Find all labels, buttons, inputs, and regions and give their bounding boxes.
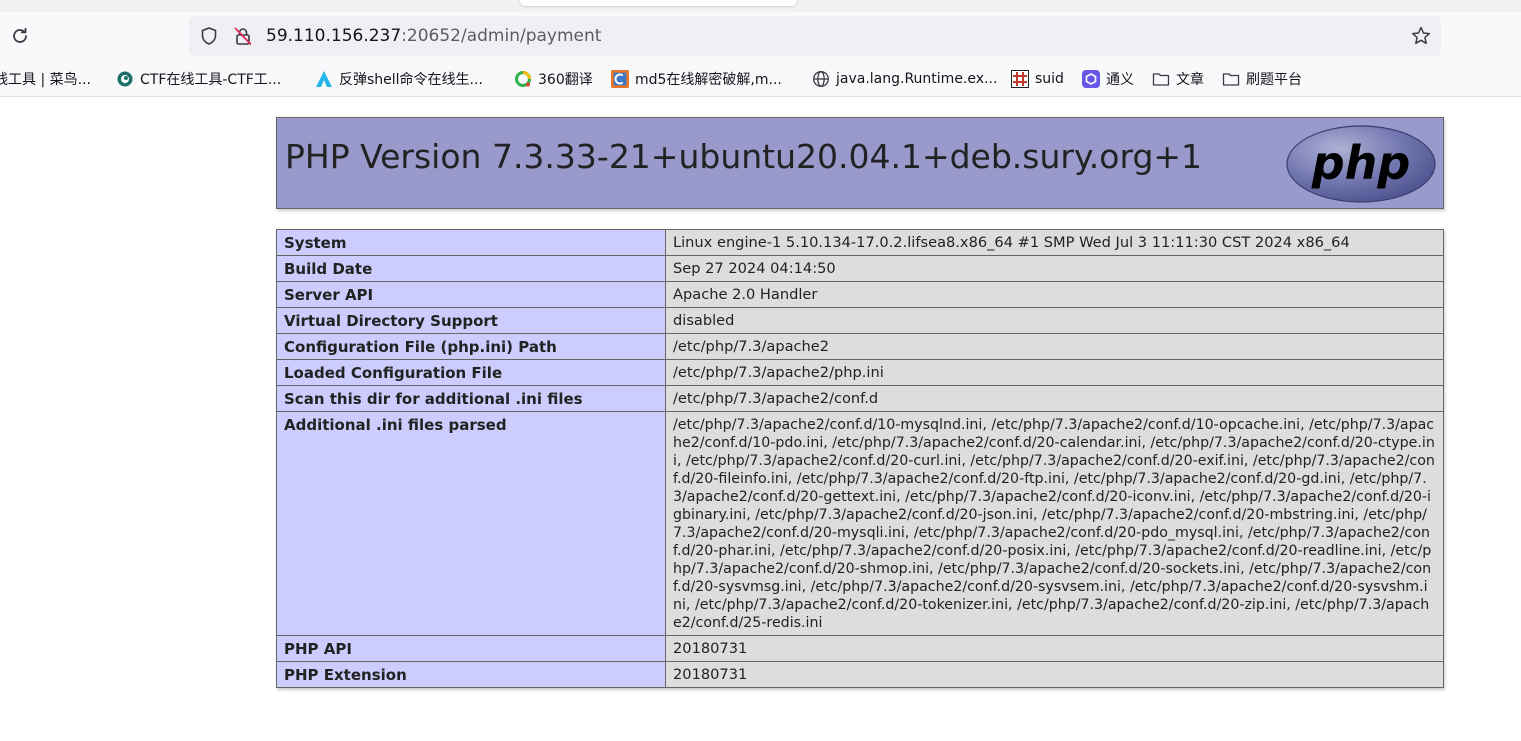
globe-icon: [812, 70, 830, 88]
config-value: Apache 2.0 Handler: [665, 281, 1444, 308]
bookmark-item[interactable]: java.lang.Runtime.ex...: [812, 68, 997, 90]
phpinfo-header: PHP Version 7.3.33-21+ubuntu20.04.1+deb.…: [276, 117, 1444, 209]
bookmark-item[interactable]: md5在线解密破解,m...: [611, 68, 782, 90]
insecure-connection-lock-icon[interactable]: [233, 26, 253, 46]
config-key: Scan this dir for additional .ini files: [276, 385, 666, 412]
suid-icon: [1011, 70, 1029, 88]
bookmark-item[interactable]: 通义: [1082, 68, 1134, 90]
reload-icon[interactable]: [8, 24, 32, 48]
bookmark-label: 文章: [1176, 72, 1204, 88]
bookmark-item[interactable]: 360翻译: [514, 68, 593, 90]
config-key: Server API: [276, 281, 666, 308]
url-host: 59.110.156.237: [266, 26, 402, 46]
navigation-toolbar: 59.110.156.237:20652/admin/payment: [0, 12, 1521, 62]
bookmark-label: 反弹shell命令在线生...: [339, 72, 483, 88]
bookmark-item[interactable]: 文章: [1152, 68, 1204, 90]
config-value: /etc/php/7.3/apache2/conf.d/10-mysqlnd.i…: [665, 411, 1444, 636]
translate-360-icon: [514, 70, 532, 88]
config-key: PHP Extension: [276, 661, 666, 688]
table-row: PHP API 20180731: [276, 635, 1444, 662]
bookmark-item[interactable]: CTF在线工具-CTF工...: [116, 68, 281, 90]
bookmark-label: 线工具 | 菜鸟...: [0, 72, 91, 88]
ctf-tools-icon: [116, 70, 134, 88]
bookmark-label: md5在线解密破解,m...: [635, 72, 782, 88]
bookmark-item[interactable]: 刷题平台: [1222, 68, 1302, 90]
table-row: Configuration File (php.ini) Path /etc/p…: [276, 333, 1444, 360]
config-key: Virtual Directory Support: [276, 307, 666, 334]
reverse-shell-icon: [315, 70, 333, 88]
table-row: Loaded Configuration File /etc/php/7.3/a…: [276, 359, 1444, 386]
bookmark-label: suid: [1035, 71, 1064, 87]
table-row: Virtual Directory Support disabled: [276, 307, 1444, 334]
bookmark-star-icon[interactable]: [1410, 25, 1432, 47]
config-value: 20180731: [665, 635, 1444, 662]
table-row: Scan this dir for additional .ini files …: [276, 385, 1444, 412]
bookmark-label: 360翻译: [538, 72, 593, 88]
config-value: Sep 27 2024 04:14:50: [665, 255, 1444, 282]
tab-strip: [0, 0, 1521, 12]
bookmark-label: 通义: [1106, 72, 1134, 88]
url-path: :20652/admin/payment: [401, 26, 602, 46]
php-version-title: PHP Version 7.3.33-21+ubuntu20.04.1+deb.…: [285, 137, 1203, 176]
bookmark-item[interactable]: 反弹shell命令在线生...: [315, 68, 483, 90]
md5-icon: [611, 70, 629, 88]
phpinfo-config-table: System Linux engine-1 5.10.134-17.0.2.li…: [276, 229, 1444, 688]
config-key: PHP API: [276, 635, 666, 662]
table-row: Build Date Sep 27 2024 04:14:50: [276, 255, 1444, 282]
config-value: Linux engine-1 5.10.134-17.0.2.lifsea8.x…: [665, 229, 1444, 256]
config-value: disabled: [665, 307, 1444, 334]
php-logo-text: php: [1311, 136, 1411, 190]
config-value: /etc/php/7.3/apache2: [665, 333, 1444, 360]
bookmark-item[interactable]: suid: [1011, 68, 1064, 90]
folder-icon: [1152, 70, 1170, 88]
table-row: Server API Apache 2.0 Handler: [276, 281, 1444, 308]
tongyi-icon: [1082, 70, 1100, 88]
bookmark-item[interactable]: 线工具 | 菜鸟...: [0, 68, 91, 90]
config-value: /etc/php/7.3/apache2/php.ini: [665, 359, 1444, 386]
table-row: System Linux engine-1 5.10.134-17.0.2.li…: [276, 229, 1444, 256]
config-key: System: [276, 229, 666, 256]
table-row: PHP Extension 20180731: [276, 661, 1444, 688]
url-text[interactable]: 59.110.156.237:20652/admin/payment: [266, 25, 601, 47]
bookmark-label: java.lang.Runtime.ex...: [836, 71, 998, 87]
php-logo-icon[interactable]: php: [1285, 124, 1437, 204]
table-row: Additional .ini files parsed /etc/php/7.…: [276, 411, 1444, 636]
config-value: /etc/php/7.3/apache2/conf.d: [665, 385, 1444, 412]
bookmarks-toolbar: 线工具 | 菜鸟... CTF在线工具-CTF工... 反弹shell命令在线生…: [0, 62, 1521, 97]
config-key: Additional .ini files parsed: [276, 411, 666, 636]
bookmark-label: 刷题平台: [1246, 72, 1302, 88]
active-tab[interactable]: [520, 0, 797, 6]
config-key: Loaded Configuration File: [276, 359, 666, 386]
config-value: 20180731: [665, 661, 1444, 688]
address-bar[interactable]: 59.110.156.237:20652/admin/payment: [189, 16, 1441, 56]
folder-icon: [1222, 70, 1240, 88]
config-key: Configuration File (php.ini) Path: [276, 333, 666, 360]
bookmark-label: CTF在线工具-CTF工...: [140, 72, 282, 88]
tracking-protection-shield-icon[interactable]: [199, 26, 219, 46]
config-key: Build Date: [276, 255, 666, 282]
